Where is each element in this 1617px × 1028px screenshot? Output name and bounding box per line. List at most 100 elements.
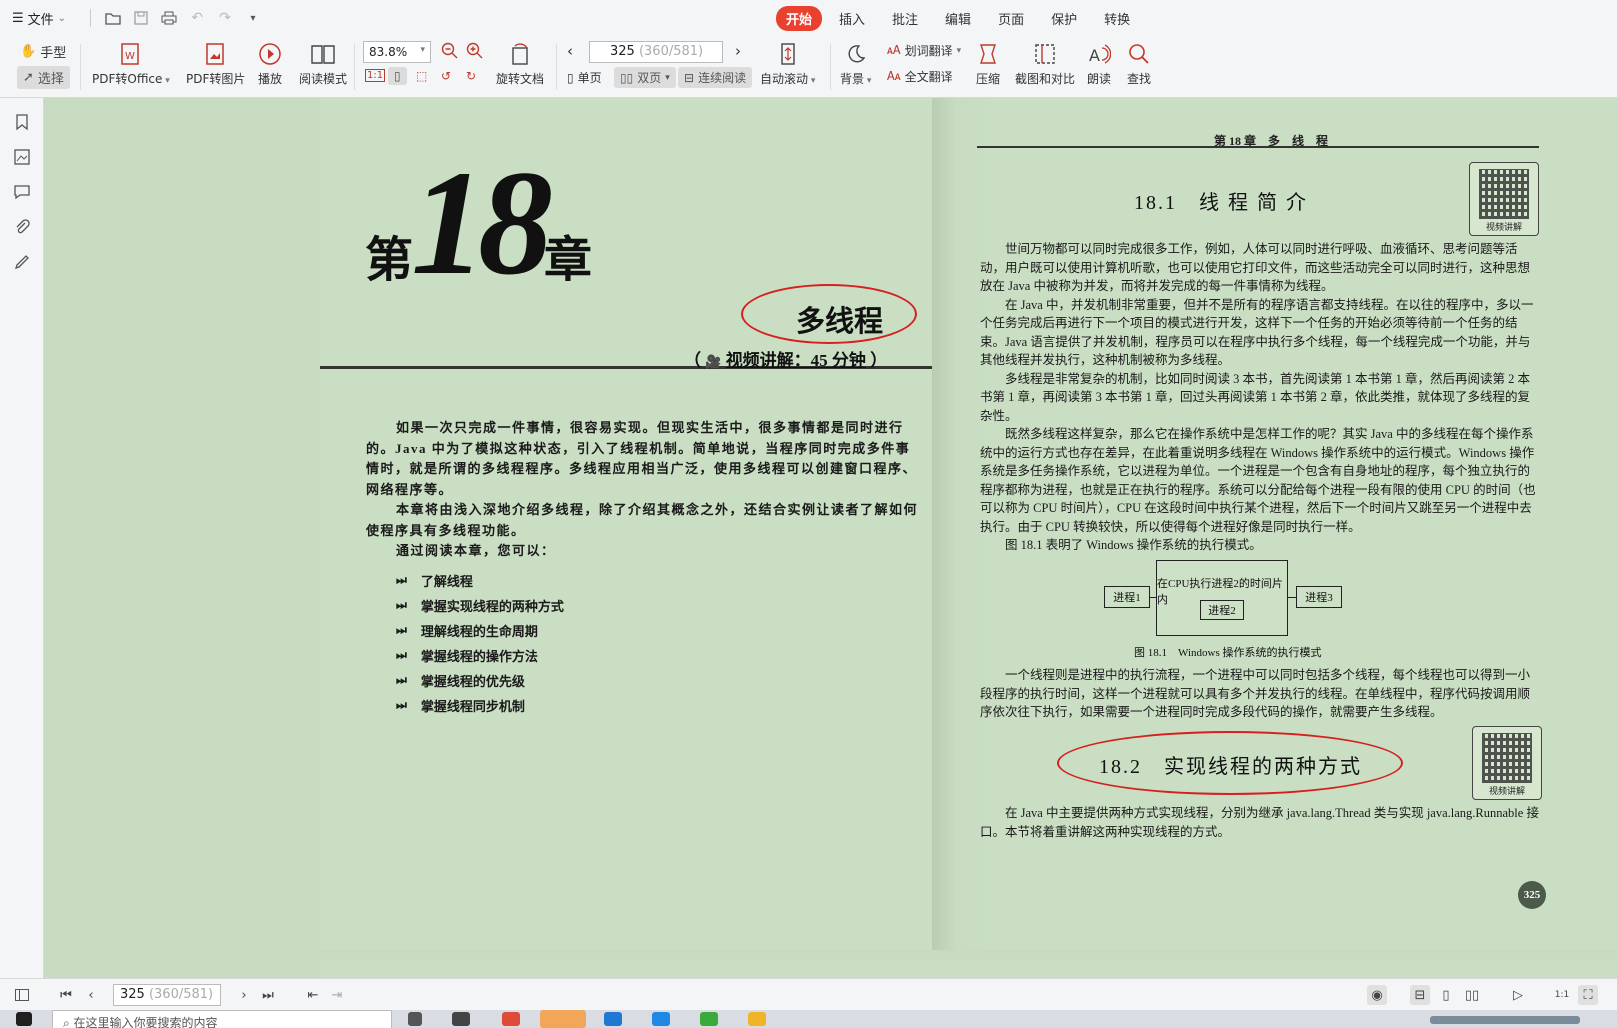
actual-size-button[interactable]: 1:1 <box>365 69 386 82</box>
body-paragraph: 一个线程则是进程中的执行流程，一个进程中可以同时包括多个线程，每个线程也可以得到… <box>980 668 1531 719</box>
back-view-icon[interactable]: ⇤ <box>303 985 323 1005</box>
compress-button[interactable]: 压缩 <box>976 40 1000 87</box>
rotate-document-label: 旋转文档 <box>496 72 545 86</box>
full-translate-button[interactable]: 🗛 全文翻译 <box>887 68 953 85</box>
pdf-to-image-icon <box>204 40 228 68</box>
double-view-icon[interactable]: ▯▯ <box>1462 985 1482 1005</box>
zoom-out-button[interactable] <box>441 42 459 60</box>
eye-protection-icon[interactable]: ◉ <box>1367 985 1387 1005</box>
attachment-icon[interactable] <box>12 217 32 237</box>
undo-icon[interactable]: ↶ <box>185 6 209 30</box>
tab-convert[interactable]: 转换 <box>1094 6 1140 31</box>
next-page-button[interactable]: › <box>735 42 741 60</box>
body-paragraph: 在 Java 中，并发机制非常重要，但并不是所有的程序语言都支持线程。在以往的程… <box>980 297 1534 368</box>
task-view-icon[interactable] <box>408 1012 422 1026</box>
auto-scroll-label: 自动滚动 <box>760 72 809 86</box>
qr-pattern <box>1479 169 1529 219</box>
tab-insert[interactable]: 插入 <box>829 6 875 31</box>
pdf-to-image-button[interactable]: PDF转图片 <box>186 40 245 87</box>
chapter-goals: ⏭ 了解线程 ⏭ 掌握实现线程的两种方式 ⏭ 理解线程的生命周期 ⏭ 掌握线程的操作方法… <box>396 568 564 718</box>
file-explorer-icon[interactable] <box>748 1012 766 1026</box>
continuous-view-icon[interactable]: ⊟ <box>1410 985 1430 1005</box>
comment-icon[interactable] <box>12 182 32 202</box>
tab-protect[interactable]: 保护 <box>1041 6 1087 31</box>
rotate-left-button[interactable]: ↺ <box>441 69 451 83</box>
pdf-to-word-icon: W <box>119 40 143 68</box>
bullet-icon: ⏭ <box>396 648 407 662</box>
section-body: 世间万物都可以同时完成很多工作，例如，人体可以同时进行呼吸、血液循环、思考问题等… <box>980 240 1540 555</box>
zoom-in-button[interactable] <box>466 42 484 60</box>
next-page-icon[interactable]: › <box>234 985 254 1005</box>
calculator-icon[interactable] <box>452 1012 470 1026</box>
double-page-button[interactable]: ▯▯ 双页 ▾ <box>614 67 676 88</box>
fit-page-view-icon[interactable]: ⛶ <box>1578 985 1598 1005</box>
chapter-prefix: 第 <box>365 234 414 287</box>
body-paragraph: 多线程是非常复杂的机制，比如同时阅读 3 本书，首先阅读第 1 本书第 1 章，… <box>980 371 1531 423</box>
zoom-select[interactable]: 83.8% ▾ <box>363 41 431 63</box>
previous-page-icon[interactable]: ‹ <box>81 985 101 1005</box>
tab-edit[interactable]: 编辑 <box>935 6 981 31</box>
single-view-icon[interactable]: ▯ <box>1436 985 1456 1005</box>
file-menu[interactable]: ☰ 文件 ⌄ <box>12 9 66 28</box>
rotate-right-button[interactable]: ↻ <box>466 69 476 83</box>
toggle-sidebar-icon[interactable] <box>12 985 32 1005</box>
figure-caption: 图 18.1 Windows 操作系统的执行模式 <box>1134 647 1322 659</box>
read-mode-button[interactable]: 阅读模式 <box>299 40 347 87</box>
word-translate-label: 划词翻译 <box>904 44 953 58</box>
redo-icon[interactable]: ↷ <box>213 6 237 30</box>
windows-start-icon[interactable] <box>16 1012 32 1026</box>
fit-width-button[interactable]: ⬚ <box>416 69 427 83</box>
edge-icon[interactable] <box>604 1012 622 1026</box>
play-view-icon[interactable]: ▷ <box>1508 985 1528 1005</box>
last-page-icon[interactable]: ⏭ <box>258 985 278 1005</box>
save-icon[interactable] <box>129 6 153 30</box>
word-translate-button[interactable]: 🗚 划词翻译 ▾ <box>887 42 961 59</box>
body-paragraph: 在 Java 中主要提供两种方式实现线程，分别为继承 java.lang.Thr… <box>980 806 1539 839</box>
select-tool-button[interactable]: ➚ 选择 <box>17 66 70 89</box>
read-mode-label: 阅读模式 <box>299 72 348 86</box>
print-icon[interactable] <box>157 6 181 30</box>
hand-tool-button[interactable]: ✋ 手型 <box>20 42 66 61</box>
divider <box>830 44 831 90</box>
tab-start[interactable]: 开始 <box>776 5 823 31</box>
continuous-reading-button[interactable]: ⊟ 连续阅读 <box>678 67 753 88</box>
chapter-number: 18 <box>411 140 553 306</box>
pdf-to-office-button[interactable]: W PDF转Office ▾ <box>92 40 170 87</box>
document-view[interactable]: 第 18 章 多线程 （ 🎥 视频讲解：45 分钟 ） 如果一次只完成一件事情，… <box>44 98 1617 978</box>
goal-item: ⏭ 掌握线程的操作方法 <box>396 643 564 668</box>
fit-width-icon: ⬚ <box>416 69 428 83</box>
read-aloud-button[interactable]: A 朗读 <box>1087 40 1111 87</box>
background-button[interactable]: 背景 ▾ <box>840 40 871 87</box>
fit-page-button[interactable]: ▯ <box>388 67 407 85</box>
tab-page[interactable]: 页面 <box>988 6 1034 31</box>
bullet-icon: ⏭ <box>396 573 407 587</box>
wechat-icon[interactable] <box>700 1012 718 1026</box>
quick-access-dropdown-icon[interactable]: ▾ <box>241 6 265 30</box>
qq-browser-icon[interactable] <box>652 1012 670 1026</box>
pdf-to-office-label: PDF转Office <box>92 72 163 86</box>
tab-annotate[interactable]: 批注 <box>882 6 928 31</box>
taskbar-search-input[interactable]: ⌕ 在这里输入你要搜索的内容 <box>52 1010 392 1028</box>
system-tray[interactable] <box>1430 1016 1580 1024</box>
play-button[interactable]: 播放 <box>258 40 282 87</box>
chevron-down-icon: ▾ <box>420 45 425 55</box>
forward-view-icon[interactable]: ⇥ <box>327 985 347 1005</box>
chrome-icon[interactable] <box>502 1012 520 1026</box>
search-icon <box>1127 40 1151 68</box>
page-number-input[interactable]: 325 (360/581) <box>589 41 723 63</box>
zoom-value: 83.8% <box>369 45 408 59</box>
screenshot-compare-button[interactable]: 截图和对比 <box>1015 40 1075 87</box>
thumbnail-icon[interactable] <box>12 147 32 167</box>
find-button[interactable]: 查找 <box>1127 40 1151 87</box>
actual-size-view-icon[interactable]: 1:1 <box>1552 985 1572 1005</box>
wps-pdf-icon[interactable] <box>540 1010 586 1028</box>
signature-icon[interactable] <box>12 252 32 272</box>
bookmark-icon[interactable] <box>12 112 32 132</box>
first-page-icon[interactable]: ⏮ <box>56 985 76 1005</box>
previous-page-button[interactable]: ‹ <box>567 42 573 60</box>
status-page-input[interactable]: 325 (360/581) <box>113 984 221 1006</box>
rotate-document-button[interactable]: 旋转文档 <box>496 40 544 87</box>
auto-scroll-button[interactable]: 自动滚动 ▾ <box>760 40 815 87</box>
open-folder-icon[interactable] <box>101 6 125 30</box>
single-page-button[interactable]: ▯ 单页 <box>567 69 602 86</box>
